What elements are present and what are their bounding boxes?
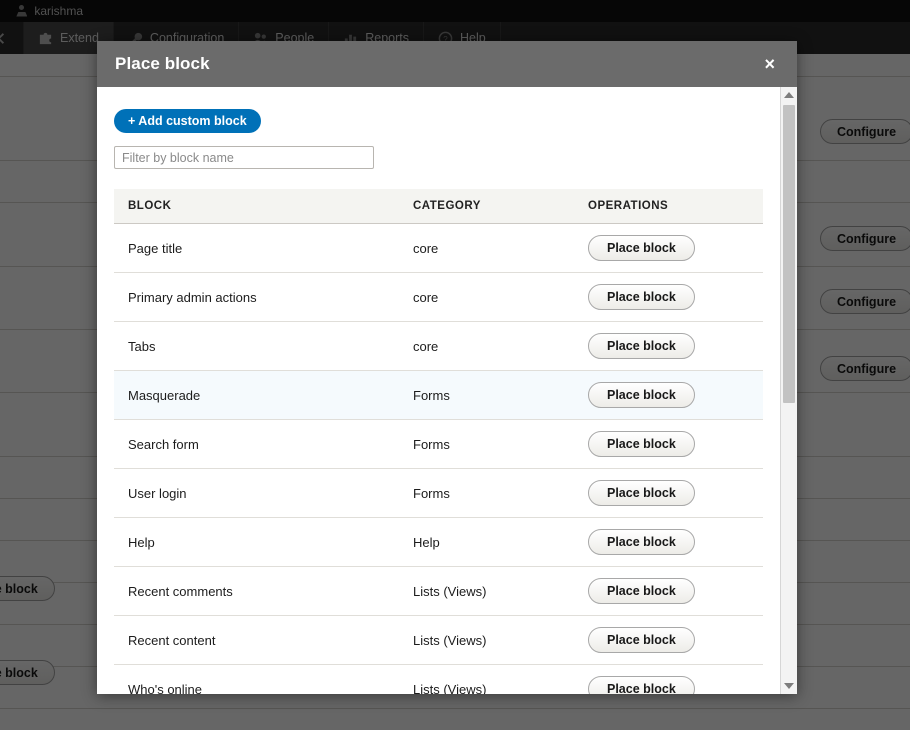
- cell-block-name: Who's online: [114, 665, 399, 695]
- table-row[interactable]: Recent commentsLists (Views) Place block: [114, 567, 763, 616]
- cell-category: Forms: [399, 420, 574, 469]
- table-row[interactable]: MasqueradeForms Place block: [114, 371, 763, 420]
- place-block-button[interactable]: Place block: [588, 382, 695, 408]
- table-row[interactable]: Who's onlineLists (Views) Place block: [114, 665, 763, 695]
- place-block-button[interactable]: Place block: [588, 431, 695, 457]
- cell-block-name: Help: [114, 518, 399, 567]
- cell-category: Lists (Views): [399, 665, 574, 695]
- cell-operations: Place block: [574, 665, 763, 695]
- cell-block-name: Primary admin actions: [114, 273, 399, 322]
- scroll-down-arrow-icon[interactable]: [781, 678, 797, 694]
- column-header-category: CATEGORY: [399, 189, 574, 224]
- scroll-up-arrow-icon[interactable]: [781, 87, 797, 103]
- cell-category: core: [399, 322, 574, 371]
- close-icon[interactable]: ×: [762, 51, 777, 77]
- add-custom-block-button[interactable]: + Add custom block: [114, 109, 261, 133]
- dialog-scroll-content: + Add custom block BLOCK CATEGORY OPERAT…: [97, 87, 780, 694]
- cell-operations: Place block: [574, 273, 763, 322]
- dialog-header: Place block ×: [97, 41, 797, 87]
- cell-operations: Place block: [574, 567, 763, 616]
- cell-block-name: Page title: [114, 224, 399, 273]
- table-row[interactable]: HelpHelp Place block: [114, 518, 763, 567]
- cell-operations: Place block: [574, 616, 763, 665]
- cell-category: Forms: [399, 469, 574, 518]
- table-body: Page titlecorePlace blockPrimary admin a…: [114, 224, 763, 695]
- cell-category: Forms: [399, 371, 574, 420]
- place-block-button[interactable]: Place block: [588, 333, 695, 359]
- screen: ts karishma Extend: [0, 0, 910, 730]
- cell-block-name: Masquerade: [114, 371, 399, 420]
- place-block-button[interactable]: Place block: [588, 284, 695, 310]
- cell-category: core: [399, 273, 574, 322]
- dialog-title: Place block: [115, 54, 210, 74]
- table-row[interactable]: Primary admin actionscore Place block: [114, 273, 763, 322]
- place-block-button[interactable]: Place block: [588, 235, 695, 261]
- table-row[interactable]: Recent contentLists (Views) Place block: [114, 616, 763, 665]
- table-row[interactable]: User loginForms Place block: [114, 469, 763, 518]
- place-block-button[interactable]: Place block: [588, 480, 695, 506]
- table-row[interactable]: Page titlecore Place block: [114, 224, 763, 273]
- place-block-button[interactable]: Place block: [588, 676, 695, 694]
- cell-block-name: User login: [114, 469, 399, 518]
- cell-category: core: [399, 224, 574, 273]
- cell-block-name: Recent content: [114, 616, 399, 665]
- table-row[interactable]: Tabscore Place block: [114, 322, 763, 371]
- table-head: BLOCK CATEGORY OPERATIONS: [114, 189, 763, 224]
- cell-block-name: Recent comments: [114, 567, 399, 616]
- cell-operations: Place block: [574, 371, 763, 420]
- cell-operations: Place block: [574, 518, 763, 567]
- place-block-button[interactable]: Place block: [588, 578, 695, 604]
- table-header-row: BLOCK CATEGORY OPERATIONS: [114, 189, 763, 224]
- dialog-vertical-scrollbar[interactable]: [780, 87, 797, 694]
- place-block-dialog: Place block × + Add custom block BLOCK C…: [97, 41, 797, 694]
- cell-operations: Place block: [574, 469, 763, 518]
- cell-block-name: Search form: [114, 420, 399, 469]
- cell-operations: Place block: [574, 322, 763, 371]
- scrollbar-thumb[interactable]: [783, 105, 795, 403]
- dialog-body: + Add custom block BLOCK CATEGORY OPERAT…: [97, 87, 797, 694]
- place-block-button[interactable]: Place block: [588, 529, 695, 555]
- cell-operations: Place block: [574, 420, 763, 469]
- place-block-button[interactable]: Place block: [588, 627, 695, 653]
- cell-operations: Place block: [574, 224, 763, 273]
- table-row[interactable]: Search formForms Place block: [114, 420, 763, 469]
- column-header-block: BLOCK: [114, 189, 399, 224]
- filter-by-block-name-input[interactable]: [114, 146, 374, 169]
- column-header-operations: OPERATIONS: [574, 189, 763, 224]
- cell-category: Lists (Views): [399, 616, 574, 665]
- cell-block-name: Tabs: [114, 322, 399, 371]
- cell-category: Help: [399, 518, 574, 567]
- cell-category: Lists (Views): [399, 567, 574, 616]
- available-blocks-table: BLOCK CATEGORY OPERATIONS Page titlecore…: [114, 189, 763, 694]
